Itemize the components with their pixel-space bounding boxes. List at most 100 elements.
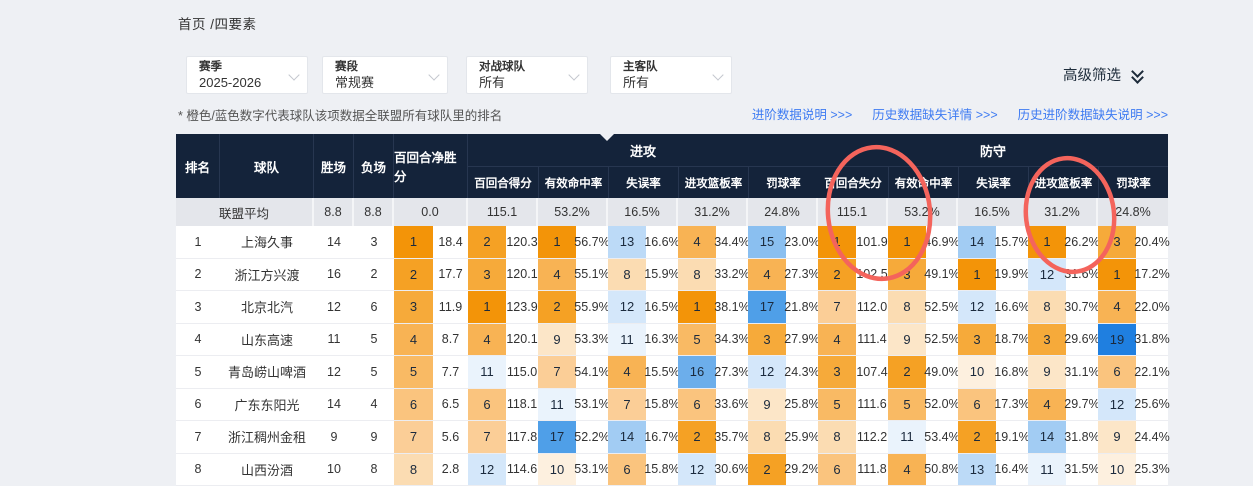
breadcrumb[interactable]: 首页 /四要素 bbox=[178, 13, 257, 33]
stat-value: 16.8% bbox=[996, 356, 1028, 388]
stat-rank-badge: 1 bbox=[1028, 226, 1066, 258]
stat-value: 16.6% bbox=[646, 226, 678, 258]
stage-filter-dropdown[interactable]: 赛段 常规赛 bbox=[322, 56, 448, 94]
header-def-pts-per-100[interactable]: 百回合失分 bbox=[818, 167, 888, 198]
stat-value: 21.8% bbox=[786, 291, 818, 323]
stat-value: 26.2% bbox=[1066, 226, 1098, 258]
net-rating-value: 7.7 bbox=[433, 356, 468, 388]
offense-group: 进攻 百回合得分 有效命中率 失误率 进攻篮板率 罚球率 bbox=[468, 134, 818, 198]
stat-rank-badge: 4 bbox=[468, 324, 506, 356]
stat-rank-badge: 3 bbox=[468, 259, 506, 291]
stat-rank-badge: 6 bbox=[818, 454, 856, 486]
stat-value: 120.3 bbox=[506, 226, 538, 258]
stat-rank-badge: 12 bbox=[1028, 259, 1066, 291]
advanced-data-help-link[interactable]: 进阶数据说明 >>> bbox=[752, 104, 852, 123]
team-name-cell: 青岛崂山啤酒 bbox=[220, 356, 314, 388]
header-def-efg[interactable]: 有效命中率 bbox=[888, 167, 958, 198]
stat-rank-badge: 7 bbox=[608, 389, 646, 421]
stat-rank-badge: 9 bbox=[1028, 356, 1066, 388]
history-missing-data-link[interactable]: 历史数据缺失详情 >>> bbox=[872, 104, 997, 123]
stat-rank-badge: 6 bbox=[678, 389, 716, 421]
rank-cell: 2 bbox=[176, 259, 220, 291]
home-away-filter-dropdown[interactable]: 主客队 所有 bbox=[610, 56, 732, 94]
avg-losses: 8.8 bbox=[354, 198, 394, 226]
header-def-tov[interactable]: 失误率 bbox=[958, 167, 1028, 198]
header-off-oreb[interactable]: 进攻篮板率 bbox=[678, 167, 748, 198]
chevron-down-icon bbox=[428, 69, 439, 80]
header-off-pts-per-100[interactable]: 百回合得分 bbox=[468, 167, 538, 198]
team-name-cell: 山西汾酒 bbox=[220, 454, 314, 486]
stat-rank-badge: 12 bbox=[1098, 389, 1136, 421]
stat-value: 56.7% bbox=[576, 226, 608, 258]
header-team[interactable]: 球队 bbox=[220, 134, 314, 198]
header-net-rating[interactable]: 百回合净胜分 bbox=[394, 134, 468, 198]
stat-value: 55.9% bbox=[576, 291, 608, 323]
advanced-filter-button[interactable]: 高级筛选 bbox=[1063, 64, 1145, 85]
home-away-filter-value: 所有 bbox=[623, 74, 707, 91]
team-name-cell: 广东东阳光 bbox=[220, 389, 314, 421]
team-name-cell: 北京北汽 bbox=[220, 291, 314, 323]
header-def-ftr[interactable]: 罚球率 bbox=[1098, 167, 1168, 198]
header-off-ftr[interactable]: 罚球率 bbox=[748, 167, 818, 198]
header-rank[interactable]: 排名 bbox=[176, 134, 220, 198]
stat-rank-badge: 4 bbox=[748, 259, 786, 291]
stat-rank-badge: 1 bbox=[958, 259, 996, 291]
stat-value: 16.4% bbox=[996, 454, 1028, 486]
chevron-down-icon bbox=[568, 69, 579, 80]
stat-value: 15.5% bbox=[646, 356, 678, 388]
header-off-tov[interactable]: 失误率 bbox=[608, 167, 678, 198]
stat-rank-badge: 17 bbox=[748, 291, 786, 323]
header-losses[interactable]: 负场 bbox=[354, 134, 394, 198]
header-off-efg[interactable]: 有效命中率 bbox=[538, 167, 608, 198]
stat-rank-badge: 5 bbox=[678, 324, 716, 356]
stat-rank-badge: 9 bbox=[888, 324, 926, 356]
stat-rank-badge: 6 bbox=[958, 389, 996, 421]
season-filter-dropdown[interactable]: 赛季 2025-2026 bbox=[186, 56, 308, 94]
stat-value: 35.7% bbox=[716, 421, 748, 453]
stat-rank-badge: 12 bbox=[468, 454, 506, 486]
opponent-filter-dropdown[interactable]: 对战球队 所有 bbox=[466, 56, 588, 94]
stat-value: 24.4% bbox=[1136, 421, 1168, 453]
history-advanced-missing-link[interactable]: 历史进阶数据缺失说明 >>> bbox=[1018, 104, 1168, 123]
losses-cell: 3 bbox=[354, 226, 394, 258]
header-wins[interactable]: 胜场 bbox=[314, 134, 354, 198]
net-rating-value: 6.5 bbox=[433, 389, 468, 421]
stat-rank-badge: 17 bbox=[538, 421, 576, 453]
stat-value: 50.8% bbox=[926, 454, 958, 486]
stat-rank-badge: 2 bbox=[748, 454, 786, 486]
losses-cell: 5 bbox=[354, 356, 394, 388]
stat-value: 120.1 bbox=[506, 324, 538, 356]
stat-value: 17.3% bbox=[996, 389, 1028, 421]
help-links: 进阶数据说明 >>> 历史数据缺失详情 >>> 历史进阶数据缺失说明 >>> bbox=[750, 104, 1168, 123]
table-row: 8山西汾酒10882.812114.61053.1%615.8%1230.6%2… bbox=[176, 454, 1168, 486]
net-rating-value: 5.6 bbox=[433, 421, 468, 453]
stat-rank-badge: 2 bbox=[888, 356, 926, 388]
avg-stat-value: 16.5% bbox=[958, 198, 1028, 226]
rank-cell: 7 bbox=[176, 421, 220, 453]
stat-value: 27.3% bbox=[716, 356, 748, 388]
stat-value: 29.2% bbox=[786, 454, 818, 486]
stat-value: 19.9% bbox=[996, 259, 1028, 291]
stat-rank-badge: 4 bbox=[1028, 389, 1066, 421]
stat-value: 101.9 bbox=[856, 226, 888, 258]
stat-value: 107.4 bbox=[856, 356, 888, 388]
wins-cell: 12 bbox=[314, 356, 354, 388]
stat-rank-badge: 1 bbox=[468, 291, 506, 323]
net-rating-rank-badge: 5 bbox=[394, 356, 433, 388]
stat-value: 33.6% bbox=[716, 389, 748, 421]
stat-value: 17.2% bbox=[1136, 259, 1168, 291]
stat-rank-badge: 11 bbox=[1028, 454, 1066, 486]
stat-rank-badge: 14 bbox=[958, 226, 996, 258]
wins-cell: 10 bbox=[314, 454, 354, 486]
stat-rank-badge: 3 bbox=[1098, 226, 1136, 258]
table-row: 2浙江方兴渡162217.73120.1455.1%815.9%833.2%42… bbox=[176, 259, 1168, 292]
stat-rank-badge: 9 bbox=[1098, 421, 1136, 453]
stat-value: 31.8% bbox=[1066, 421, 1098, 453]
stat-rank-badge: 4 bbox=[678, 226, 716, 258]
stat-value: 112.0 bbox=[856, 291, 888, 323]
stat-rank-badge: 3 bbox=[958, 324, 996, 356]
header-def-oreb[interactable]: 进攻篮板率 bbox=[1028, 167, 1098, 198]
wins-cell: 14 bbox=[314, 389, 354, 421]
team-name-cell: 上海久事 bbox=[220, 226, 314, 258]
stat-rank-badge: 11 bbox=[468, 356, 506, 388]
